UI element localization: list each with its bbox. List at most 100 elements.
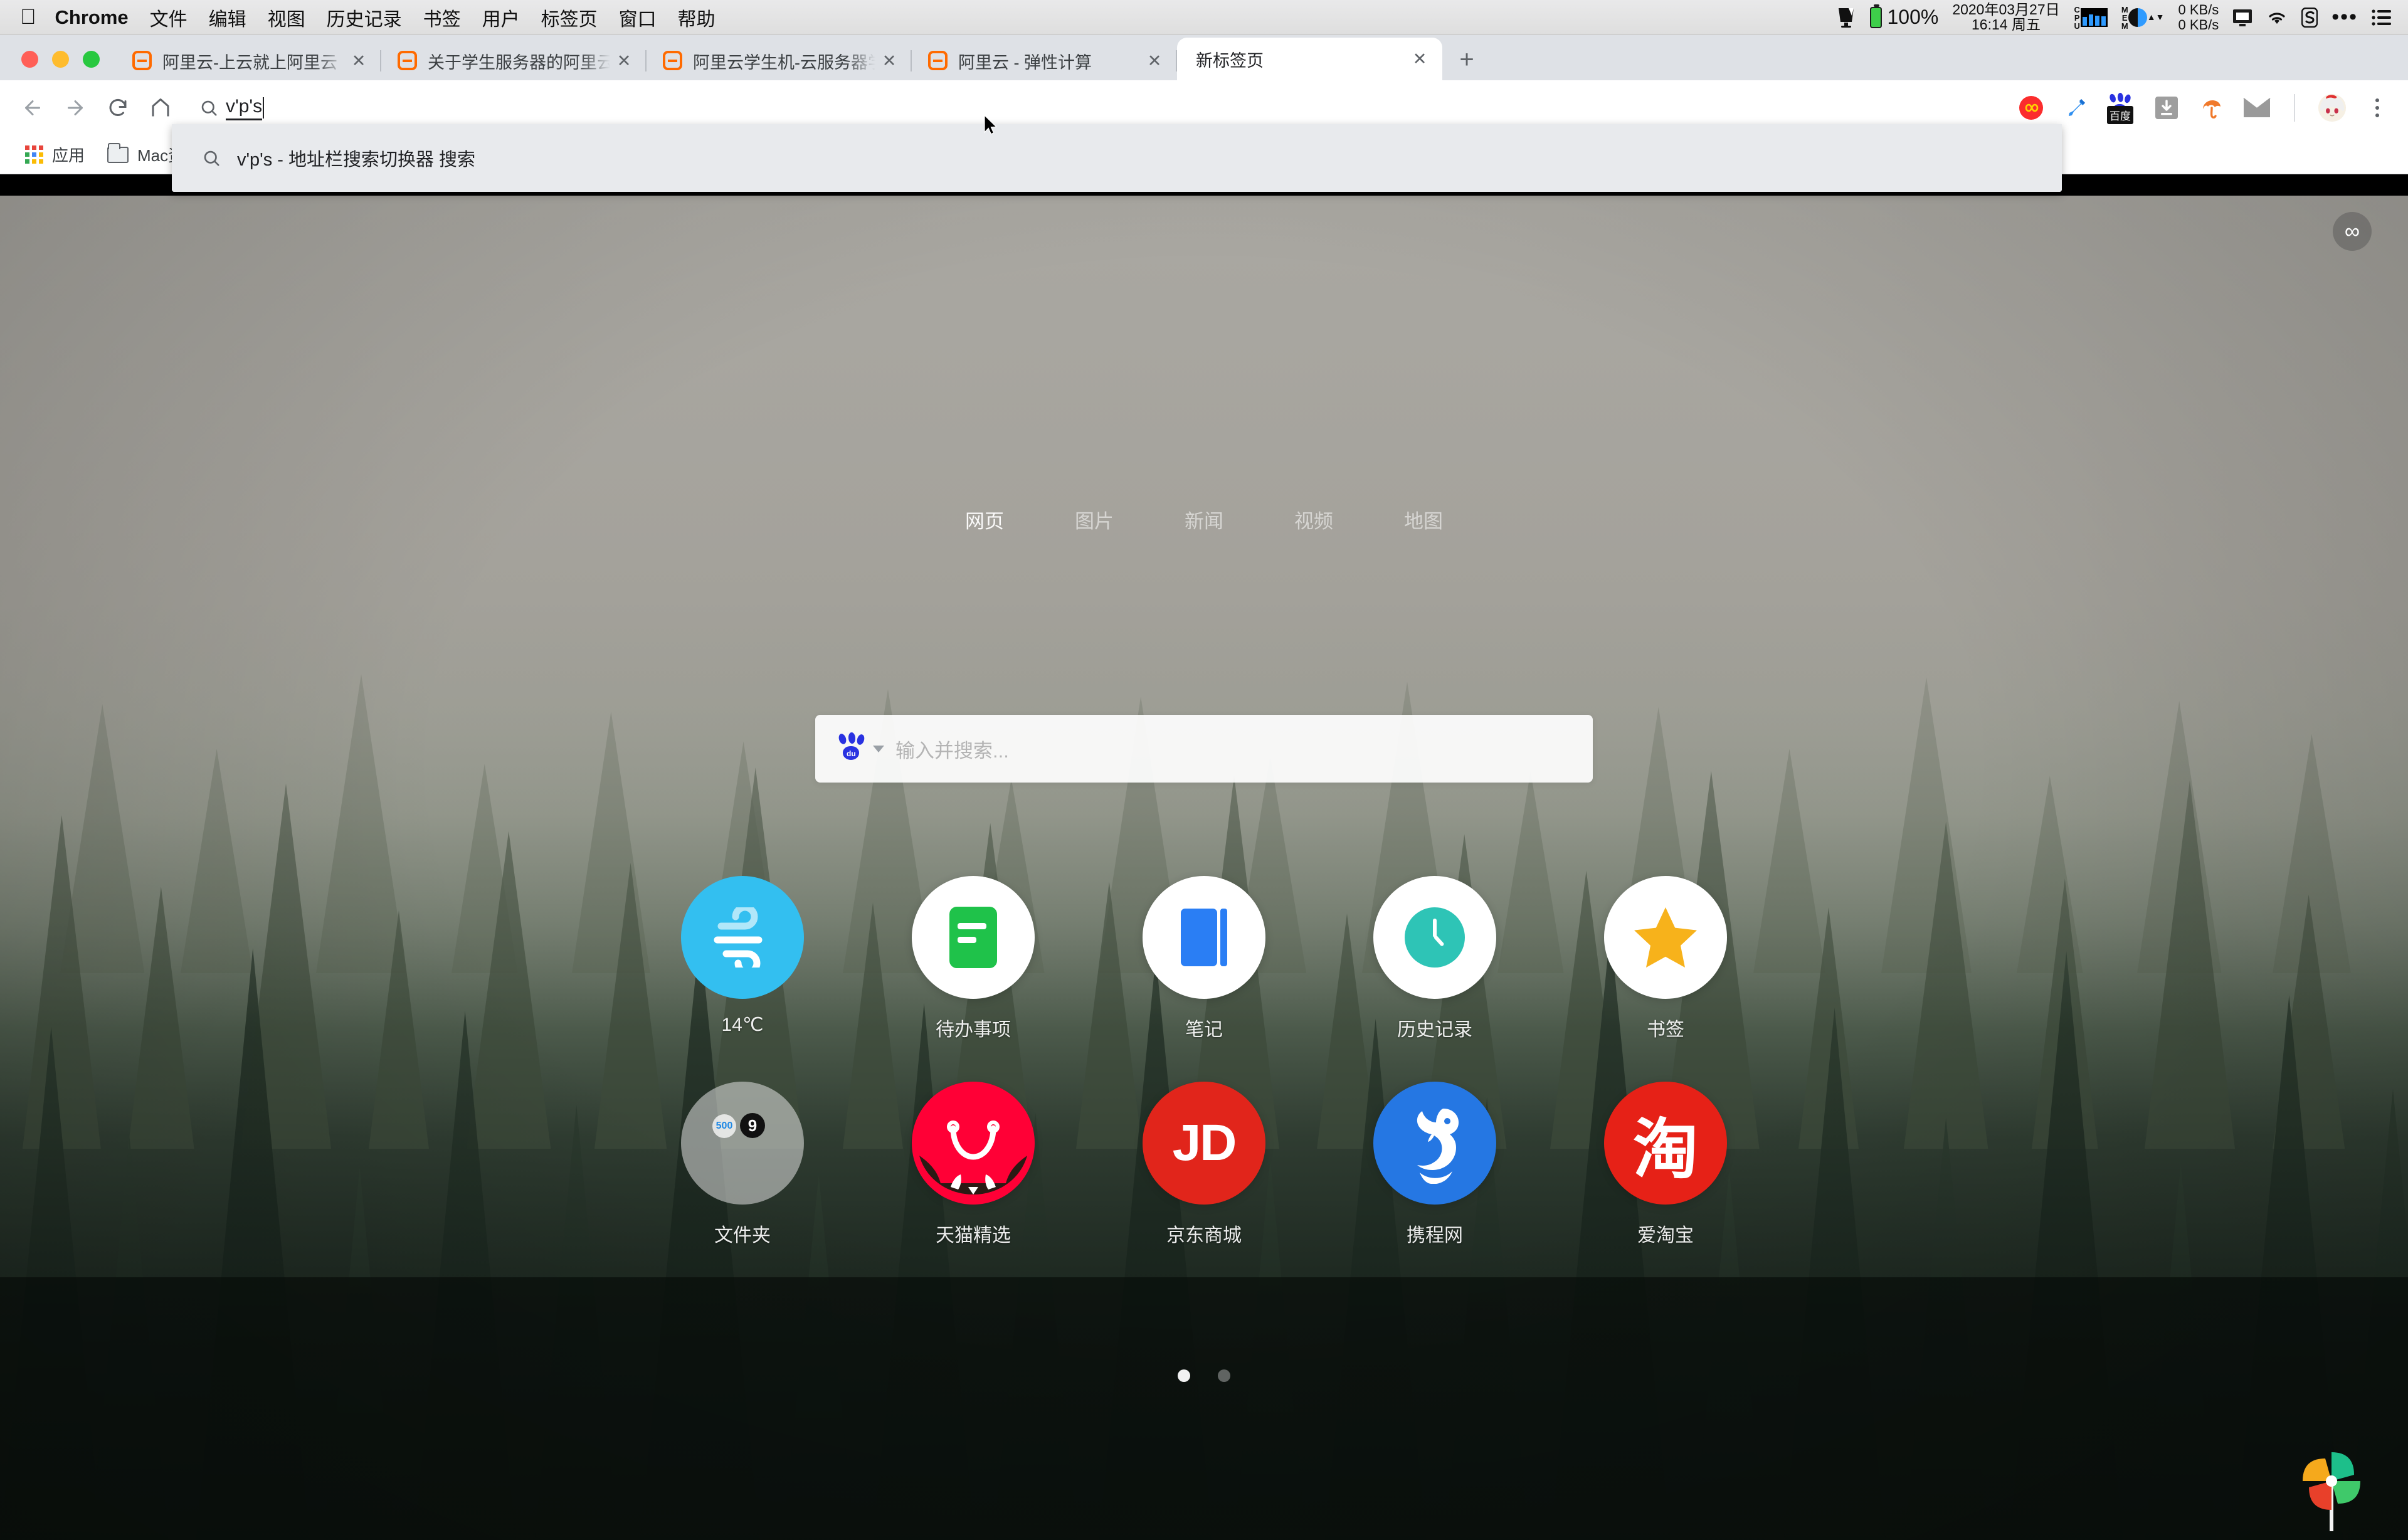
shortcut-label: 历史记录 [1397, 1020, 1472, 1040]
shortcut-label: 爱淘宝 [1637, 1225, 1694, 1246]
menu-item-bookmarks[interactable]: 书签 [423, 4, 461, 31]
suggestion-row[interactable]: v'p's - 地址栏搜索切换器 搜索 [172, 124, 2062, 192]
search-engine-selector[interactable]: du [815, 732, 895, 765]
menu-item-people[interactable]: 用户 [482, 4, 520, 31]
shortcut-jd[interactable]: JD 京东商城 [1089, 1082, 1319, 1247]
tab-close-icon[interactable]: ✕ [1406, 45, 1434, 73]
address-bar-input[interactable]: v'p's [226, 95, 263, 120]
net-up-label: 0 KB/s [2178, 2, 2219, 18]
home-icon[interactable] [139, 87, 182, 129]
search-input[interactable]: 输入并搜索... [895, 735, 1009, 763]
forward-arrow-icon[interactable] [54, 87, 97, 129]
new-tab-page: ∞ 网页 图片 新闻 视频 地图 du 输入并搜索... 14℃ 待办事项 笔记… [0, 196, 2408, 1540]
avatar[interactable] [2318, 93, 2347, 122]
tmall-cat-icon [912, 1082, 1035, 1205]
chevron-down-icon[interactable] [873, 745, 884, 752]
back-arrow-icon[interactable] [11, 87, 54, 129]
umbrella-ext-icon[interactable] [2197, 93, 2226, 122]
shortcut-todo[interactable]: 待办事项 [858, 876, 1089, 1042]
pinwheel-logo[interactable] [2294, 1443, 2369, 1531]
bookmark-label: 应用 [52, 146, 85, 165]
menu-app-name[interactable]: Chrome [55, 6, 129, 29]
shortcut-grid: 14℃ 待办事项 笔记 历史记录 书签 500 9 文件夹 天猫精选 JD 京东… [627, 876, 1781, 1247]
shortcut-weather[interactable]: 14℃ [627, 876, 858, 1042]
wifi-icon[interactable] [2266, 9, 2288, 26]
suggestion-text: v'p's - 地址栏搜索切换器 搜索 [237, 150, 476, 170]
browser-tab[interactable]: 阿里云 - 弹性计算 ✕ [912, 41, 1177, 80]
extension-toolbar: 百度 [2017, 92, 2392, 124]
battery-status[interactable]: 100% [1870, 4, 1939, 29]
shortcut-tmall[interactable]: 天猫精选 [858, 1082, 1089, 1247]
reload-icon[interactable] [97, 87, 139, 129]
sogou-input-icon[interactable] [2301, 7, 2318, 28]
cpu-bars [2080, 8, 2108, 27]
tab-title: 关于学生服务器的阿里云网站内 [428, 53, 610, 72]
browser-tab[interactable]: 关于学生服务器的阿里云网站内 ✕ [381, 41, 647, 80]
browser-tab[interactable]: 阿里云学生机-云服务器学生机价 ✕ [647, 41, 912, 80]
search-icon [192, 98, 226, 117]
menu-item-edit[interactable]: 编辑 [209, 4, 246, 31]
maximize-window-button[interactable] [83, 51, 100, 68]
download-ext-icon[interactable] [2152, 93, 2181, 122]
minimize-window-button[interactable] [52, 51, 69, 68]
infinity-badge-button[interactable]: ∞ [2333, 212, 2372, 251]
mem-monitor-icon[interactable]: MEM ▲▼ [2120, 5, 2165, 29]
menu-item-history[interactable]: 历史记录 [327, 4, 402, 31]
tab-strip: 阿里云-上云就上阿里云 ✕ 关于学生服务器的阿里云网站内 ✕ 阿里云学生机-云服… [0, 35, 2408, 80]
close-window-button[interactable] [21, 51, 38, 68]
page-dot-1[interactable] [1178, 1369, 1190, 1382]
mail-ext-icon[interactable] [2242, 93, 2271, 122]
tab-close-icon[interactable]: ✕ [345, 47, 372, 75]
shortcut-label: 文件夹 [714, 1225, 771, 1246]
menu-item-help[interactable]: 帮助 [678, 4, 716, 31]
page-dot-2[interactable] [1218, 1369, 1230, 1382]
tab-map[interactable]: 地图 [1369, 505, 1479, 534]
background-photo [0, 196, 2408, 1540]
menu-item-file[interactable]: 文件 [150, 4, 187, 31]
taobao-logo-icon: 淘 [1604, 1082, 1727, 1205]
infinity-ext-icon[interactable] [2017, 93, 2046, 122]
tab-close-icon[interactable]: ✕ [610, 47, 638, 75]
display-icon[interactable] [2232, 8, 2252, 27]
tab-close-icon[interactable]: ✕ [1141, 47, 1168, 75]
cpu-monitor-icon[interactable]: CPU [2072, 5, 2108, 29]
tab-images[interactable]: 图片 [1040, 505, 1149, 534]
baidu-du-text: du [847, 749, 856, 758]
shortcut-label: 京东商城 [1166, 1225, 1242, 1246]
tab-video[interactable]: 视频 [1259, 505, 1369, 534]
menu-item-window[interactable]: 窗口 [619, 4, 657, 31]
new-tab-button[interactable]: + [1449, 41, 1485, 78]
shortcut-notes[interactable]: 笔记 [1089, 876, 1319, 1042]
menu-item-tab[interactable]: 标签页 [541, 4, 598, 31]
baidu-ext-icon[interactable]: 百度 [2107, 92, 2136, 124]
battery-percent-label: 100% [1887, 6, 1939, 28]
tab-webpage[interactable]: 网页 [930, 505, 1040, 534]
shortcut-folder[interactable]: 500 9 文件夹 [627, 1082, 858, 1247]
apple-menu-icon[interactable]:  [20, 6, 36, 28]
address-bar-suggestions: v'p's - 地址栏搜索切换器 搜索 [172, 124, 2062, 192]
search-box[interactable]: du 输入并搜索... [815, 715, 1593, 783]
screen-mirror-icon[interactable] [1836, 7, 1856, 28]
net-down-label: 0 KB/s [2178, 16, 2219, 33]
search-icon [186, 149, 237, 167]
address-bar[interactable]: v'p's [192, 88, 2003, 127]
tab-close-icon[interactable]: ✕ [875, 47, 903, 75]
eyedropper-ext-icon[interactable] [2062, 93, 2091, 122]
clock-history-icon [1373, 876, 1496, 999]
control-center-icon[interactable] [2372, 9, 2392, 26]
vignette-overlay [0, 196, 2408, 1540]
browser-tab-active[interactable]: 新标签页 ✕ [1177, 38, 1442, 80]
three-dot-menu-icon[interactable] [2363, 93, 2392, 122]
shortcut-ctrip[interactable]: 携程网 [1319, 1082, 1550, 1247]
network-speed-icon[interactable]: 0 KB/s 0 KB/s [2178, 3, 2219, 32]
cpu-label: CPU [2072, 5, 2082, 29]
browser-tab[interactable]: 阿里云-上云就上阿里云 ✕ [116, 41, 381, 80]
bookmark-apps[interactable]: 应用 [14, 139, 96, 170]
tab-news[interactable]: 新闻 [1149, 505, 1259, 534]
menu-item-view[interactable]: 视图 [268, 4, 305, 31]
menu-bar-clock[interactable]: 2020年03月27日 16:14 周五 [1952, 2, 2059, 33]
shortcut-history[interactable]: 历史记录 [1319, 876, 1550, 1042]
more-icon[interactable]: ••• [2331, 5, 2358, 29]
shortcut-taobao[interactable]: 淘 爱淘宝 [1550, 1082, 1781, 1247]
shortcut-bookmarks[interactable]: 书签 [1550, 876, 1781, 1042]
